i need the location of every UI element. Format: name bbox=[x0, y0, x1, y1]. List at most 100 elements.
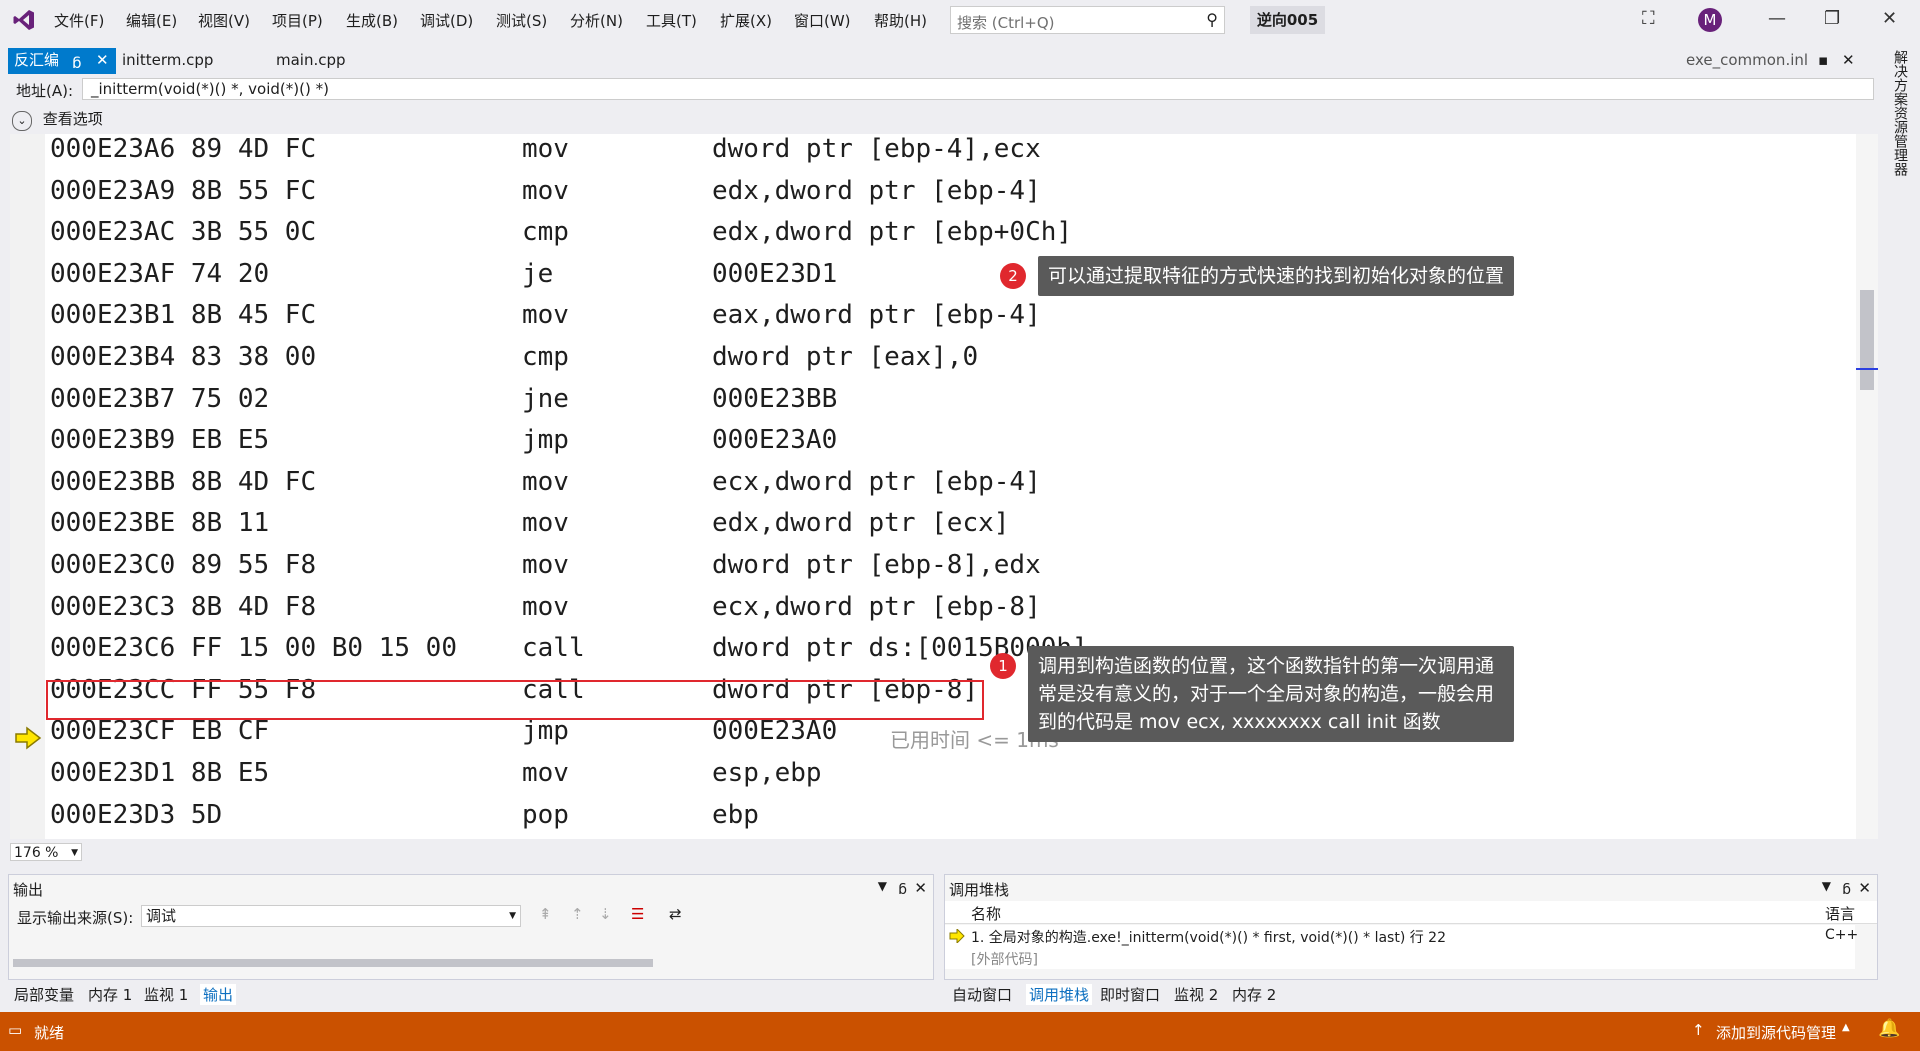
instruction-operands: 000E23D1 bbox=[712, 258, 838, 289]
instruction-address-bytes: 000E23D3 5D bbox=[50, 799, 223, 830]
instruction-mnemonic: call bbox=[522, 633, 585, 664]
tab-exe-common[interactable]: exe_common.inl bbox=[1686, 48, 1808, 72]
output-source-select[interactable]: 调试 ▼ bbox=[141, 905, 521, 927]
menu-item[interactable]: 视图(V) bbox=[198, 10, 250, 31]
instruction-mnemonic: jne bbox=[522, 383, 569, 414]
table-row[interactable]: [外部代码] bbox=[945, 947, 1855, 969]
panel-tab[interactable]: 自动窗口 bbox=[952, 984, 1012, 1005]
find-message-icon[interactable]: ⇞ bbox=[539, 905, 552, 923]
panel-tab[interactable]: 内存 2 bbox=[1232, 984, 1276, 1005]
instruction-address-bytes: 000E23BB 8B 4D FC bbox=[50, 466, 317, 497]
address-input[interactable]: _initterm(void(*)() *, void(*)() *) bbox=[82, 78, 1874, 100]
menu-item[interactable]: 窗口(W) bbox=[794, 10, 851, 31]
current-instruction-arrow-icon bbox=[15, 726, 42, 750]
close-tab-icon[interactable]: ✕ bbox=[1842, 48, 1855, 72]
callstack-col-name[interactable]: 名称 bbox=[971, 903, 1001, 924]
solution-name[interactable]: 逆向005 bbox=[1250, 6, 1325, 34]
zoom-value: 176 % bbox=[14, 845, 59, 861]
menu-item[interactable]: 工具(T) bbox=[646, 10, 697, 31]
view-options[interactable]: ⌄ 查看选项 bbox=[12, 108, 103, 131]
instruction-mnemonic: pop bbox=[522, 799, 569, 830]
panel-tab[interactable]: 内存 1 bbox=[88, 984, 132, 1005]
menu-item[interactable]: 编辑(E) bbox=[126, 10, 177, 31]
panel-tab[interactable]: 监视 1 bbox=[144, 984, 188, 1005]
close-icon[interactable]: ✕ bbox=[914, 879, 927, 897]
menu-item[interactable]: 项目(P) bbox=[272, 10, 323, 31]
pin-icon[interactable]: ᵷ bbox=[1842, 879, 1851, 895]
instruction-operands: ecx,dword ptr [ebp-8] bbox=[712, 591, 1041, 622]
instruction-address-bytes: 000E23BE 8B 11 bbox=[50, 508, 270, 539]
zoom-select[interactable]: 176 % ▼ bbox=[10, 843, 82, 861]
address-label: 地址(A): bbox=[16, 82, 74, 100]
instruction-address-bytes: 000E23D1 8B E5 bbox=[50, 758, 270, 788]
menu-item[interactable]: 调试(D) bbox=[420, 10, 473, 31]
close-icon[interactable]: ✕ bbox=[1882, 8, 1897, 29]
instruction-mnemonic: mov bbox=[522, 175, 569, 206]
prev-message-icon[interactable]: ⇡ bbox=[571, 905, 584, 923]
restore-icon[interactable]: ❐ bbox=[1824, 8, 1840, 29]
menu-item[interactable]: 测试(S) bbox=[496, 10, 547, 31]
callstack-col-lang[interactable]: 语言 bbox=[1825, 903, 1855, 924]
instruction-address-bytes: 000E23C6 FF 15 00 B0 15 00 bbox=[50, 633, 457, 664]
menu-item[interactable]: 分析(N) bbox=[570, 10, 623, 31]
status-icon: ▭ bbox=[8, 1021, 23, 1039]
tab-initterm[interactable]: initterm.cpp bbox=[122, 48, 213, 72]
chevron-down-icon: ▼ bbox=[71, 848, 78, 858]
instruction-operands: eax,dword ptr [ebp-4] bbox=[712, 300, 1041, 331]
tab-main[interactable]: main.cpp bbox=[276, 48, 346, 72]
vertical-scrollbar[interactable] bbox=[1856, 134, 1878, 839]
panel-tab[interactable]: 调用堆栈 bbox=[1026, 984, 1093, 1005]
panel-tab[interactable]: 即时窗口 bbox=[1100, 984, 1160, 1005]
minimize-icon[interactable]: — bbox=[1768, 8, 1786, 29]
close-tab-icon[interactable]: ✕ bbox=[96, 48, 109, 72]
menu-item[interactable]: 生成(B) bbox=[346, 10, 398, 31]
word-wrap-icon[interactable]: ⇄ bbox=[669, 905, 682, 923]
address-bar: 地址(A): _initterm(void(*)() *, void(*)() … bbox=[10, 78, 1876, 104]
next-message-icon[interactable]: ⇣ bbox=[599, 905, 612, 923]
instruction-mnemonic: cmp bbox=[522, 342, 569, 372]
dropdown-icon[interactable]: ▼ bbox=[878, 879, 887, 893]
instruction-operands: edx,dword ptr [ecx] bbox=[712, 508, 1010, 539]
panel-tab[interactable]: 输出 bbox=[200, 984, 237, 1005]
search-box[interactable]: 搜索 (Ctrl+Q) ⚲ bbox=[950, 6, 1225, 34]
close-icon[interactable]: ✕ bbox=[1858, 879, 1871, 897]
scroll-marker bbox=[1856, 368, 1878, 370]
pin-icon[interactable]: ▪ bbox=[1818, 48, 1828, 72]
solution-explorer-tab[interactable]: 解决方案资源管理器 bbox=[1888, 50, 1908, 176]
scrollbar-thumb[interactable] bbox=[1860, 290, 1874, 390]
table-row[interactable]: 1. 全局对象的构造.exe!_initterm(void(*)() * fir… bbox=[945, 925, 1858, 947]
callstack-panel: 调用堆栈 ▼ ᵷ ✕ 名称 语言 1. 全局对象的构造.exe!_initter… bbox=[944, 874, 1878, 980]
instruction-operands: 000E23A0 bbox=[712, 425, 838, 456]
dropdown-icon[interactable]: ▼ bbox=[1822, 879, 1831, 893]
callstack-frame-name: [外部代码] bbox=[971, 952, 1038, 968]
instruction-address-bytes: 000E23AC 3B 55 0C bbox=[50, 217, 317, 248]
instruction-address-bytes: 000E23AF 74 20 bbox=[50, 258, 270, 289]
instruction-mnemonic: mov bbox=[522, 758, 569, 788]
instruction-operands: edx,dword ptr [ebp-4] bbox=[712, 175, 1041, 206]
panel-tab[interactable]: 局部变量 bbox=[14, 984, 74, 1005]
instruction-operands: esp,ebp bbox=[712, 758, 822, 788]
pin-icon[interactable]: ᵷ bbox=[72, 48, 82, 72]
menu-item[interactable]: 帮助(H) bbox=[874, 10, 927, 31]
status-text: 就绪 bbox=[34, 1024, 65, 1042]
callstack-frame-name: 1. 全局对象的构造.exe!_initterm(void(*)() * fir… bbox=[971, 930, 1446, 946]
instruction-mnemonic: mov bbox=[522, 466, 569, 497]
instruction-address-bytes: 000E23CF EB CF bbox=[50, 716, 270, 747]
instruction-mnemonic: mov bbox=[522, 300, 569, 331]
add-to-source-control[interactable]: 添加到源代码管理 bbox=[1716, 1022, 1836, 1043]
tab-disassembly[interactable]: 反汇编 ᵷ ✕ bbox=[8, 48, 116, 74]
output-panel: 输出 ▼ ᵷ ✕ 显示输出来源(S): 调试 ▼ ⇞ ⇡ ⇣ ☰ ⇄ bbox=[8, 874, 934, 980]
menu-item[interactable]: 文件(F) bbox=[54, 10, 104, 31]
panel-tab[interactable]: 监视 2 bbox=[1174, 984, 1218, 1005]
notification-bell-icon[interactable]: 🔔 bbox=[1878, 1018, 1900, 1039]
instruction-operands: ecx,dword ptr [ebp-4] bbox=[712, 466, 1041, 497]
clear-all-icon[interactable]: ☰ bbox=[631, 905, 644, 923]
menu-item[interactable]: 扩展(X) bbox=[720, 10, 772, 31]
chevron-up-icon[interactable]: ▲ bbox=[1842, 1022, 1850, 1033]
visual-studio-logo[interactable] bbox=[12, 8, 36, 32]
live-share-icon[interactable]: ⛶ bbox=[1642, 8, 1655, 29]
horizontal-scrollbar[interactable] bbox=[13, 959, 653, 967]
avatar[interactable]: M bbox=[1698, 8, 1722, 32]
callout-2: 可以通过提取特征的方式快速的找到初始化对象的位置 bbox=[1038, 256, 1515, 296]
pin-icon[interactable]: ᵷ bbox=[898, 879, 907, 895]
